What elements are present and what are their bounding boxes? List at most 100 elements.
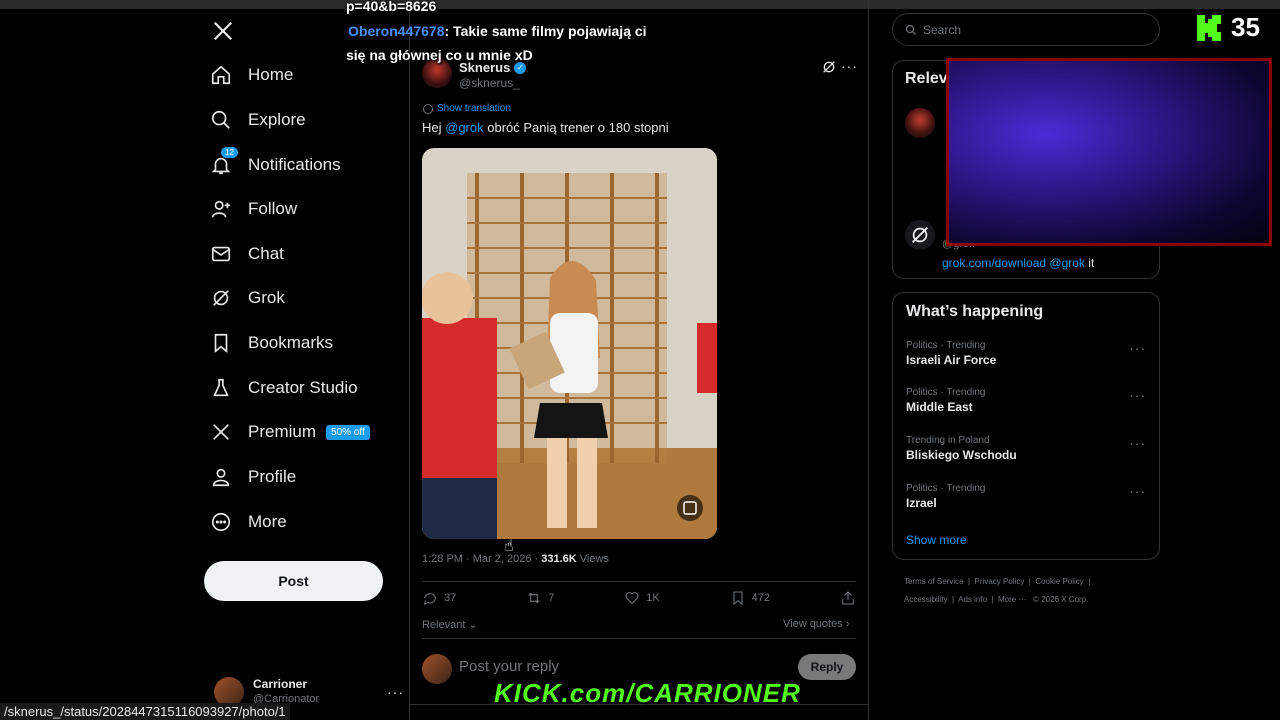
share-action[interactable] xyxy=(840,590,856,606)
sidebar-item-profile[interactable]: Profile xyxy=(210,459,296,495)
sidebar-item-notifications[interactable]: 12 Notifications xyxy=(210,147,341,183)
footer-link[interactable]: Privacy Policy xyxy=(975,577,1025,586)
sidebar-item-creator-studio[interactable]: Creator Studio xyxy=(210,370,358,406)
premium-promo-badge: 50% off xyxy=(326,424,370,440)
whats-happening-card: What’s happening Politics · Trending Isr… xyxy=(892,292,1160,560)
like-count: 1K xyxy=(646,592,660,604)
more-dots-icon[interactable]: ··· xyxy=(387,684,404,700)
sidebar-item-bookmarks[interactable]: Bookmarks xyxy=(210,325,333,361)
browser-status-url: /sknerus_/status/2028447315116093927/pho… xyxy=(0,703,290,720)
sidebar-item-home[interactable]: Home xyxy=(210,57,293,93)
show-translation-label: Show translation xyxy=(437,103,511,114)
trend-item[interactable]: Trending in Poland Bliskiego Wschodu ··· xyxy=(906,435,1146,462)
show-translation-link[interactable]: Show translation xyxy=(423,103,511,114)
search-icon xyxy=(210,109,232,131)
reply-input[interactable]: Post your reply xyxy=(459,658,559,675)
tweet-views-label: Views xyxy=(576,553,609,565)
bookmark-action[interactable]: 472 xyxy=(730,590,770,606)
x-logo-icon xyxy=(210,421,232,443)
show-more-link[interactable]: Show more xyxy=(906,533,967,547)
trend-category: Trending in Poland xyxy=(906,435,990,446)
trend-item[interactable]: Politics · Trending Izrael ··· xyxy=(906,483,1146,510)
post-button[interactable]: Post xyxy=(204,561,383,601)
repost-action[interactable]: 7 xyxy=(526,590,554,606)
whats-happening-title: What’s happening xyxy=(906,303,1044,320)
grok-download-link[interactable]: grok.com/download xyxy=(942,256,1046,270)
sidebar-item-explore[interactable]: Explore xyxy=(210,102,306,138)
bell-icon: 12 xyxy=(210,147,238,176)
reply-sort-label: Relevant xyxy=(422,619,466,631)
bookmark-icon xyxy=(210,332,232,354)
trend-more-icon[interactable]: ··· xyxy=(1129,387,1146,403)
x-logo-icon[interactable] xyxy=(212,20,238,46)
sidebar-item-chat[interactable]: Chat xyxy=(210,236,284,272)
flask-icon xyxy=(210,377,232,399)
sidebar-item-grok[interactable]: Grok xyxy=(210,280,285,316)
tweet-mention-link[interactable]: @grok xyxy=(445,120,484,135)
relevant-author-avatar[interactable] xyxy=(905,108,935,138)
view-quotes-link[interactable]: View quotes › xyxy=(783,618,849,630)
grok-icon xyxy=(210,287,232,309)
footer-link[interactable]: Terms of Service xyxy=(904,577,964,586)
sidebar-item-more[interactable]: More xyxy=(210,504,287,540)
reply-button[interactable]: Reply xyxy=(798,654,856,680)
like-action[interactable]: 1K xyxy=(624,590,660,606)
footer-link[interactable]: More ··· xyxy=(998,595,1026,604)
person-icon xyxy=(210,466,232,488)
divider xyxy=(422,638,856,639)
tweet-text-prefix: Hej xyxy=(422,120,446,135)
sidebar-item-label: Grok xyxy=(248,288,285,307)
sidebar-item-label: Follow xyxy=(248,199,298,218)
reply-count: 37 xyxy=(444,592,457,604)
footer-link[interactable]: Cookie Policy xyxy=(1035,577,1083,586)
footer-links: Terms of Service | Privacy Policy | Cook… xyxy=(904,577,1091,604)
verified-icon: ✓ xyxy=(514,61,527,74)
sidebar-item-label: Chat xyxy=(248,244,284,263)
webcam-overlay xyxy=(946,58,1272,246)
grok-mention-link[interactable]: @grok xyxy=(1049,256,1085,270)
translate-icon xyxy=(423,103,433,114)
divider xyxy=(422,581,856,582)
trend-category: Politics · Trending xyxy=(906,340,986,351)
reply-avatar xyxy=(422,654,452,684)
grok-bio: grok.com/download @grok it xyxy=(942,256,1094,270)
sidebar-item-label: Home xyxy=(248,65,294,84)
view-quotes-label: View quotes xyxy=(783,618,843,630)
footer-link[interactable]: Ads info xyxy=(958,595,987,604)
sidebar-item-label: More xyxy=(248,512,287,531)
sidebar-nav: Home Explore 12 Notifications Follow Cha… xyxy=(200,12,400,572)
sidebar-item-label: Notifications xyxy=(248,155,341,174)
trend-item[interactable]: Politics · Trending Israeli Air Force ··… xyxy=(906,340,1146,367)
search-input[interactable]: Search xyxy=(892,13,1160,46)
bookmark-count: 472 xyxy=(751,592,771,604)
tweet-text-suffix: obróć Panią trener o 180 stopni xyxy=(483,120,669,135)
gym-photo xyxy=(422,148,717,539)
grok-icon[interactable] xyxy=(821,59,837,75)
trend-more-icon[interactable]: ··· xyxy=(1129,483,1146,499)
tweet-media-image[interactable] xyxy=(422,148,717,539)
sidebar-item-premium[interactable]: Premium 50% off xyxy=(210,414,370,450)
search-placeholder: Search xyxy=(923,22,962,37)
sidebar-item-label: Bookmarks xyxy=(248,333,334,352)
trend-item[interactable]: Politics · Trending Middle East ··· xyxy=(906,387,1146,414)
relevant-card-title: Relev xyxy=(905,70,948,87)
sidebar-item-follow[interactable]: Follow xyxy=(210,191,297,227)
tweet-text: Hej @grok obróć Panią trener o 180 stopn… xyxy=(422,120,669,135)
footer-link[interactable]: Accessibility xyxy=(904,595,948,604)
share-icon xyxy=(842,591,854,605)
overlay-top-text: p=40&b=8626 xyxy=(346,0,437,14)
kick-channel-banner: KICK.com/CARRIONER xyxy=(494,678,801,708)
reply-sort-dropdown[interactable]: Relevant ⌄ xyxy=(422,618,478,631)
reply-icon xyxy=(423,593,436,605)
tweet-actions: 37 7 1K 472 xyxy=(422,590,856,606)
trend-more-icon[interactable]: ··· xyxy=(1129,435,1146,451)
reply-action[interactable]: 37 xyxy=(422,590,456,606)
notification-badge: 12 xyxy=(221,147,238,158)
tweet-more-icon[interactable]: ··· xyxy=(841,58,858,74)
chevron-right-icon: › xyxy=(842,618,850,630)
trend-more-icon[interactable]: ··· xyxy=(1129,340,1146,356)
chat-text-line1: : Takie same filmy pojawiają ci xyxy=(444,23,647,39)
grok-avatar[interactable] xyxy=(905,220,935,250)
search-icon xyxy=(905,24,916,35)
repost-count: 7 xyxy=(548,592,555,604)
